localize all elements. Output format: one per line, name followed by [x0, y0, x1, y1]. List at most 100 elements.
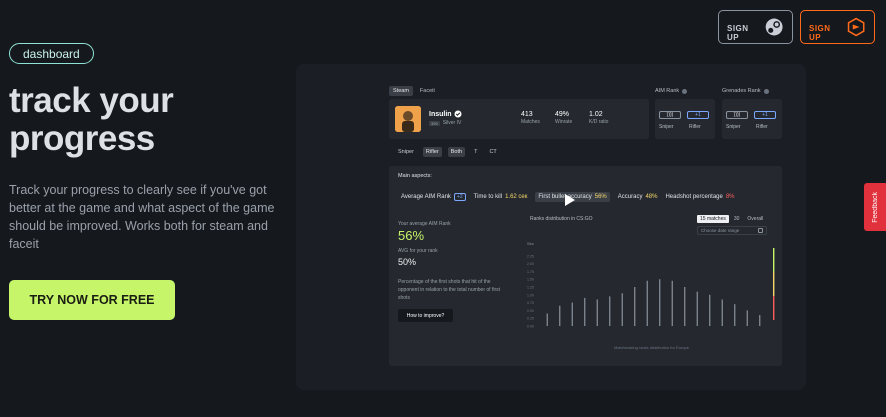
aim-sniper-label: Sniper: [659, 124, 674, 130]
chart-caption: Matchmaking ranks distribution for Europ…: [614, 345, 689, 350]
gren-rifler-label: Rifler: [756, 124, 768, 130]
filter-sniper[interactable]: Sniper: [395, 147, 417, 157]
profile-name-text: Insulin: [429, 110, 452, 118]
aspect-headshot[interactable]: Headshot percentage 8%: [665, 194, 734, 200]
chart-bar: [546, 313, 548, 326]
hero-description: Track your progress to clearly see if yo…: [9, 183, 275, 251]
tab-faceit[interactable]: Faceit: [416, 86, 439, 96]
hero-title-line1: track your: [9, 81, 174, 120]
stat-kd-label: K/D ratio: [589, 119, 609, 125]
distribution-chart: Sec 2.25 2.00 1.75 1.50 1.25 1.00 0.75 0.50 0.25 0…: [527, 241, 775, 329]
stat-winrate: 49% Winrate: [555, 111, 572, 125]
faceit-signup-label: SIGN UP: [809, 24, 831, 42]
gren-sniper-badge: )))): [726, 111, 748, 119]
y-tick-label: 1.00: [527, 293, 534, 297]
steam-signup-button[interactable]: SIGN UP: [718, 10, 793, 44]
dashboard-tag: dashboard: [9, 43, 94, 64]
aim-rank-title: AIM Rank: [655, 88, 688, 94]
faceit-icon: [847, 17, 865, 37]
stat-matches: 413 Matches: [521, 111, 540, 125]
y-tick-label: 1.25: [527, 286, 534, 290]
filter-t[interactable]: T: [471, 147, 480, 157]
rank-marker-segment: [773, 296, 775, 320]
period-overall[interactable]: Overall: [744, 215, 766, 223]
aim-rank-card: )))) +1 Sniper Rifler: [655, 99, 715, 139]
y-tick-label: 2.25: [527, 254, 534, 258]
feedback-tab[interactable]: Feedback: [864, 183, 886, 231]
chart-bar: [659, 279, 661, 326]
chart-bar: [596, 299, 598, 326]
your-avg-value: 56%: [398, 228, 425, 243]
filter-rifler[interactable]: Rifler: [422, 147, 442, 157]
aspect-ttk[interactable]: Time to kill 1.62 сек: [474, 194, 528, 200]
gren-sniper-label: Sniper: [726, 124, 741, 130]
chart-bar: [646, 280, 648, 326]
profile-rank: 399 Silver IV: [429, 120, 461, 126]
stat-matches-label: Matches: [521, 119, 540, 125]
chart-bar: [671, 280, 673, 326]
aspect-avg-aim[interactable]: Average AIM Rank +2: [401, 193, 466, 201]
aspect-avg-aim-label: Average AIM Rank: [401, 194, 451, 200]
aspect-accuracy-value: 48%: [645, 194, 658, 200]
y-tick-label: 0.75: [527, 301, 534, 305]
level-badge: 399: [429, 120, 440, 126]
tab-steam[interactable]: Steam: [389, 86, 413, 96]
play-icon[interactable]: [565, 194, 575, 206]
avg-for-rank-label: AVG for your rank: [398, 248, 438, 254]
gren-rifler-badge: +1: [754, 111, 776, 119]
aim-rifler-label: Rifler: [689, 124, 701, 130]
y-tick-label: 2.00: [527, 262, 534, 266]
filter-ct[interactable]: CT: [486, 147, 499, 157]
chart-bar: [634, 287, 636, 326]
filter-both[interactable]: Both: [447, 147, 466, 157]
y-tick-label: 1.50: [527, 278, 534, 282]
main-aspects-title: Main aspects:: [398, 173, 432, 179]
chart-bar: [759, 315, 761, 326]
your-avg-label: Your average AIM Rank: [398, 221, 451, 227]
chart-bar: [709, 294, 711, 326]
grenades-rank-title: Grenades Rank: [722, 88, 769, 94]
y-axis-label: Sec: [527, 241, 534, 246]
aim-sniper-badge: )))): [659, 111, 681, 119]
rank-text: Silver IV: [442, 120, 462, 126]
hero-title-line2: progress: [9, 119, 155, 158]
date-range-placeholder: Choose date range: [701, 228, 740, 233]
role-filters: Sniper Rifler Both T CT: [395, 147, 500, 157]
try-now-button[interactable]: TRY NOW FOR FREE: [9, 280, 175, 320]
aspect-avg-aim-badge: +2: [453, 193, 466, 201]
aspect-fba-value: 56%: [594, 194, 607, 200]
chart-bar: [684, 287, 686, 326]
calendar-icon: [758, 228, 763, 233]
stat-winrate-value: 49%: [555, 111, 570, 118]
steam-signup-label: SIGN UP: [727, 24, 749, 42]
aspect-accuracy[interactable]: Accuracy 48%: [618, 194, 658, 200]
aim-rank-title-text: AIM Rank: [655, 88, 680, 94]
grenades-rank-card: )))) +1 Sniper Rifler: [722, 99, 782, 139]
explanation-text: Percentage of the first shots that hit o…: [398, 279, 501, 301]
period-15[interactable]: 15 matches: [697, 215, 729, 223]
avatar: [395, 106, 421, 132]
chart-bar: [584, 297, 586, 326]
rank-marker-segment: [773, 272, 775, 296]
chart-bar: [721, 299, 723, 326]
chart-bar: [746, 310, 748, 326]
profile-name: Insulin: [429, 110, 462, 118]
stat-matches-value: 413: [521, 111, 533, 118]
y-tick-label: 0.00: [527, 325, 534, 329]
date-range-input[interactable]: Choose date range: [697, 226, 767, 235]
profile-card: Insulin 399 Silver IV 413 Matches 49% Wi…: [389, 99, 649, 139]
info-icon: [763, 88, 769, 94]
steam-icon: [765, 18, 783, 36]
platform-tabs: Steam Faceit: [389, 86, 439, 96]
period-30[interactable]: 30: [731, 215, 743, 223]
distribution-title: Ranks distribution in CS:GO: [530, 216, 593, 222]
stat-kd-value: 1.02: [589, 111, 603, 118]
feedback-label: Feedback: [871, 191, 879, 223]
hero-title: track your progress: [9, 81, 174, 158]
avg-for-rank-value: 50%: [398, 257, 417, 267]
verified-icon: [454, 110, 462, 118]
faceit-signup-button[interactable]: SIGN UP: [800, 10, 875, 44]
y-tick-label: 0.25: [527, 317, 534, 321]
how-to-improve-button[interactable]: How to improve?: [398, 309, 453, 322]
period-selector: 15 matches 30 Overall: [697, 215, 766, 223]
